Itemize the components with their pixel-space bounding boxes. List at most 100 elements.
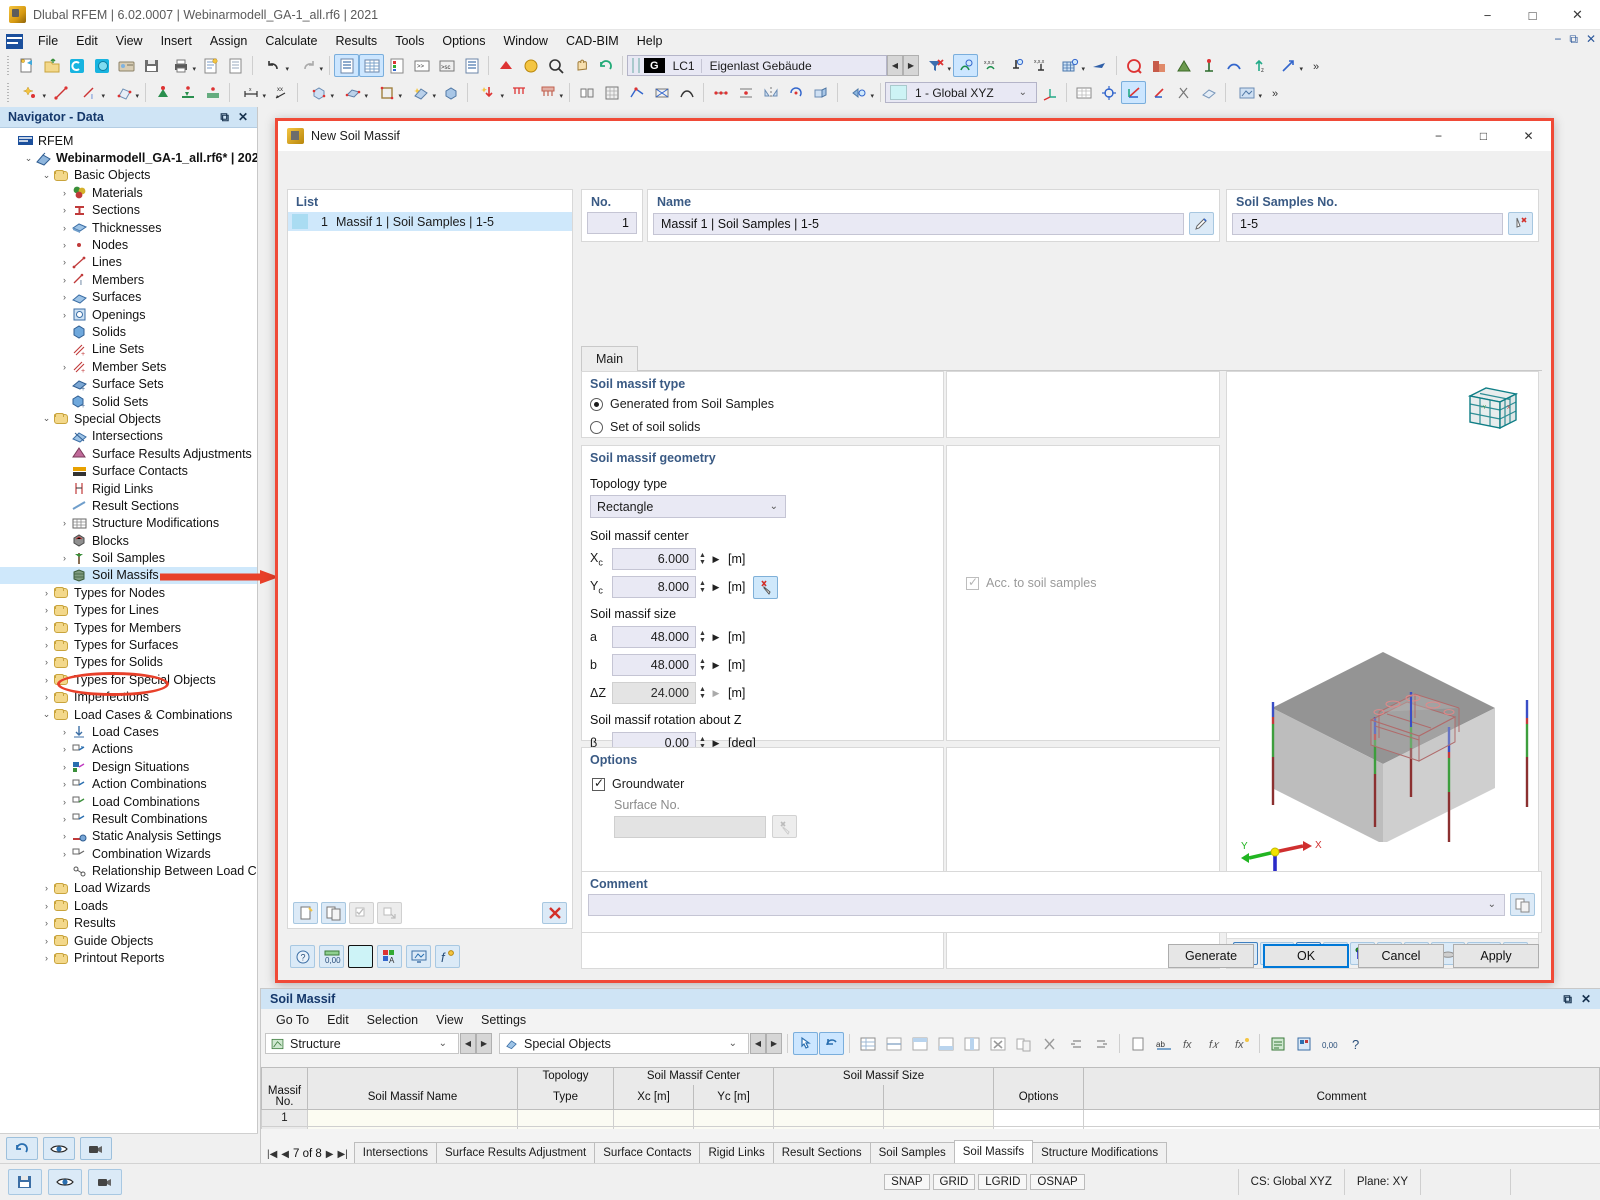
delete-massif-button[interactable] bbox=[542, 902, 567, 924]
model-view-button[interactable] bbox=[493, 54, 518, 77]
trim-button[interactable] bbox=[1171, 81, 1196, 104]
chevron-right-icon[interactable]: › bbox=[58, 797, 71, 807]
deformation-button[interactable] bbox=[1221, 54, 1246, 77]
display-properties-button[interactable] bbox=[384, 54, 409, 77]
cell-size-1[interactable] bbox=[773, 1108, 884, 1127]
size-a-more-button[interactable]: ▶ bbox=[709, 626, 723, 648]
table-menu-view[interactable]: View bbox=[427, 1011, 472, 1029]
table-help-button[interactable]: ? bbox=[1343, 1032, 1368, 1055]
sidebar-item-types-for-surfaces[interactable]: › Types for Surfaces bbox=[0, 636, 257, 653]
insert-below-button[interactable] bbox=[933, 1032, 958, 1055]
line-support-button[interactable] bbox=[175, 81, 200, 104]
chevron-right-icon[interactable]: › bbox=[40, 588, 53, 598]
groundwater-checkbox[interactable]: Groundwater bbox=[592, 776, 943, 791]
sidebar-item-sections[interactable]: › Sections bbox=[0, 202, 257, 219]
structure-prev-button[interactable]: ◀ bbox=[460, 1033, 476, 1054]
chevron-right-icon[interactable]: › bbox=[58, 779, 71, 789]
visibility-eye-button[interactable] bbox=[43, 1137, 75, 1160]
sidebar-item-solid-sets[interactable]: + Solid Sets bbox=[0, 393, 257, 410]
load-case-next-button[interactable]: ▶ bbox=[903, 55, 919, 76]
insert-above-button[interactable] bbox=[907, 1032, 932, 1055]
cell-options[interactable] bbox=[993, 1108, 1085, 1127]
load-case-combo[interactable]: G LC1 Eigenlast Gebäude ⌄ bbox=[627, 55, 906, 76]
object-snap-button[interactable] bbox=[1096, 81, 1121, 104]
chevron-right-icon[interactable]: › bbox=[40, 675, 53, 685]
cloud-model-button[interactable] bbox=[89, 54, 114, 77]
show-loads-button[interactable] bbox=[953, 54, 978, 77]
console-button[interactable]: >> bbox=[409, 54, 434, 77]
chevron-right-icon[interactable]: › bbox=[40, 692, 53, 702]
print-table-button[interactable] bbox=[1291, 1032, 1316, 1055]
video-camera-button[interactable] bbox=[80, 1137, 112, 1160]
special-objects-prev-button[interactable]: ◀ bbox=[750, 1033, 766, 1054]
sheet-tab-soil-samples[interactable]: Soil Samples bbox=[869, 1142, 955, 1163]
chevron-down-icon[interactable]: ⌄ bbox=[1488, 899, 1496, 910]
toolbar-grip[interactable] bbox=[5, 56, 11, 75]
chevron-right-icon[interactable]: › bbox=[40, 657, 53, 667]
pager-last-button[interactable]: ▶| bbox=[337, 1149, 347, 1160]
chevron-down-icon[interactable]: ▾ bbox=[500, 92, 504, 100]
chevron-right-icon[interactable]: › bbox=[58, 205, 71, 215]
sheet-tab-intersections[interactable]: Intersections bbox=[353, 1142, 437, 1163]
table-menu-go-to[interactable]: Go To bbox=[267, 1011, 318, 1029]
size-a-input[interactable]: 48.000 bbox=[612, 626, 696, 648]
new-surface-button[interactable]: ▾ bbox=[107, 81, 141, 104]
table-menu-edit[interactable]: Edit bbox=[318, 1011, 358, 1029]
cell-size-2[interactable] bbox=[882, 1125, 995, 1129]
cell-topology-type[interactable] bbox=[517, 1125, 614, 1129]
sidebar-item-static-analysis-settings[interactable]: › Static Analysis Settings bbox=[0, 828, 257, 845]
save-button[interactable] bbox=[139, 54, 164, 77]
view-settings-button[interactable]: ▾ bbox=[842, 81, 876, 104]
select-in-graphic-button[interactable] bbox=[793, 1032, 818, 1055]
sidebar-item-members[interactable]: › I Members bbox=[0, 271, 257, 288]
cell-yc[interactable] bbox=[693, 1125, 774, 1129]
copy-massif-button[interactable] bbox=[321, 902, 346, 924]
formula-x-button[interactable]: fx bbox=[1177, 1032, 1202, 1055]
sheet-tab-soil-massifs[interactable]: Soil Massifs bbox=[953, 1140, 1034, 1163]
intersect-button[interactable] bbox=[649, 81, 674, 104]
planes-button[interactable] bbox=[1196, 81, 1221, 104]
size-b-spinner[interactable]: ▲ ▼ bbox=[696, 654, 709, 676]
chevron-right-icon[interactable]: › bbox=[40, 605, 53, 615]
load-case-stepper[interactable]: ◀ ▶ bbox=[887, 55, 919, 76]
new-node-button[interactable]: ▾ bbox=[14, 81, 48, 104]
surface-support-button[interactable] bbox=[200, 81, 225, 104]
radio-set-of-soil-solids[interactable]: Set of soil solids bbox=[590, 417, 943, 437]
chevron-right-icon[interactable]: › bbox=[40, 901, 53, 911]
chevron-right-icon[interactable]: › bbox=[40, 640, 53, 650]
sidebar-item-surface-results-adjustments[interactable]: Surface Results Adjustments bbox=[0, 445, 257, 462]
center-yc-more-button[interactable]: ▶ bbox=[709, 576, 723, 598]
dialog-close-button[interactable]: ✕ bbox=[1506, 121, 1551, 151]
menu-results[interactable]: Results bbox=[327, 32, 387, 50]
cell-xc[interactable] bbox=[613, 1108, 694, 1127]
pan-button[interactable] bbox=[568, 54, 593, 77]
sidebar-item-types-for-nodes[interactable]: › Types for Nodes bbox=[0, 584, 257, 601]
chevron-down-icon[interactable]: ▾ bbox=[870, 92, 874, 100]
special-objects-combo[interactable]: Special Objects ⌄ bbox=[499, 1033, 749, 1054]
cell-topology-type[interactable] bbox=[517, 1108, 614, 1127]
center-xc-spinner[interactable]: ▲ ▼ bbox=[696, 548, 709, 570]
zoom-all-button[interactable] bbox=[543, 54, 568, 77]
nodal-support-button[interactable] bbox=[150, 81, 175, 104]
sidebar-item-load-wizards[interactable]: › Load Wizards bbox=[0, 880, 257, 897]
axis-y-button[interactable]: ▾ bbox=[1271, 54, 1305, 77]
chevron-down-icon[interactable]: ▾ bbox=[262, 92, 266, 100]
menu-cad-bim[interactable]: CAD-BIM bbox=[557, 32, 628, 50]
sidebar-item-printout-reports[interactable]: › Printout Reports bbox=[0, 949, 257, 966]
apply-button[interactable]: Apply bbox=[1453, 944, 1539, 968]
mdi-restore-button[interactable]: ⧉ bbox=[1569, 32, 1578, 47]
pager-prev-button[interactable]: ◀ bbox=[281, 1149, 289, 1160]
pager-next-button[interactable]: ▶ bbox=[326, 1149, 334, 1160]
menu-insert[interactable]: Insert bbox=[152, 32, 201, 50]
extrude-button[interactable] bbox=[808, 81, 833, 104]
topology-type-select[interactable]: Rectangle ⌄ bbox=[590, 495, 786, 518]
rename-button[interactable]: ab bbox=[1151, 1032, 1176, 1055]
chevron-down-icon[interactable]: ▾ bbox=[285, 65, 289, 73]
soil-massif-table[interactable]: Topology Soil Massif Center Soil Massif … bbox=[261, 1067, 1600, 1129]
table-menu-settings[interactable]: Settings bbox=[472, 1011, 535, 1029]
rotate-button[interactable] bbox=[593, 54, 618, 77]
radio-generated-from-soil-samples[interactable]: Generated from Soil Samples bbox=[590, 394, 943, 414]
col-header-size-2[interactable] bbox=[882, 1084, 995, 1110]
global-axes-button[interactable] bbox=[1121, 81, 1146, 104]
chevron-right-icon[interactable]: › bbox=[58, 310, 71, 320]
